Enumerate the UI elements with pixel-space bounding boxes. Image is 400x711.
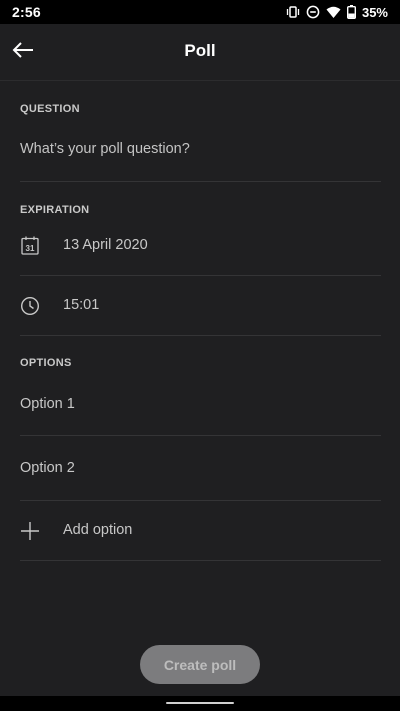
status-icons: 35%	[286, 5, 388, 20]
home-handle[interactable]	[166, 702, 234, 704]
option-2-input[interactable]: Option 2	[20, 460, 75, 476]
divider	[20, 500, 381, 501]
create-poll-button[interactable]: Create poll	[140, 645, 260, 684]
clock-icon	[19, 295, 41, 317]
expiration-date-field[interactable]: 13 April 2020	[63, 237, 148, 253]
divider	[20, 560, 381, 561]
calendar-day-number: 31	[26, 244, 35, 253]
battery-icon	[346, 5, 356, 19]
plus-icon	[19, 520, 41, 542]
question-section-label: QUESTION	[20, 103, 80, 115]
page-title: Poll	[184, 41, 216, 60]
wifi-icon	[326, 6, 341, 19]
status-bar: 2:56 35%	[0, 0, 400, 24]
navigation-bar	[0, 696, 400, 711]
option-1-input[interactable]: Option 1	[20, 396, 75, 412]
divider	[20, 181, 381, 182]
poll-screen: 2:56 35% Poll QUESTION What’s your poll …	[0, 0, 400, 711]
question-input[interactable]: What’s your poll question?	[20, 141, 190, 157]
options-section-label: OPTIONS	[20, 357, 72, 369]
app-bar: Poll	[0, 24, 400, 81]
divider	[20, 275, 381, 276]
battery-percent: 35%	[361, 4, 388, 20]
expiration-section-label: EXPIRATION	[20, 204, 90, 216]
divider	[20, 435, 381, 436]
expiration-time-field[interactable]: 15:01	[63, 297, 99, 313]
vibrate-icon	[286, 5, 300, 19]
calendar-icon: 31	[19, 234, 41, 256]
add-option-label: Add option	[63, 522, 133, 538]
status-time: 2:56	[12, 4, 41, 20]
do-not-disturb-icon	[306, 5, 320, 19]
divider	[20, 335, 381, 336]
add-option-button[interactable]: Add option	[0, 506, 400, 556]
